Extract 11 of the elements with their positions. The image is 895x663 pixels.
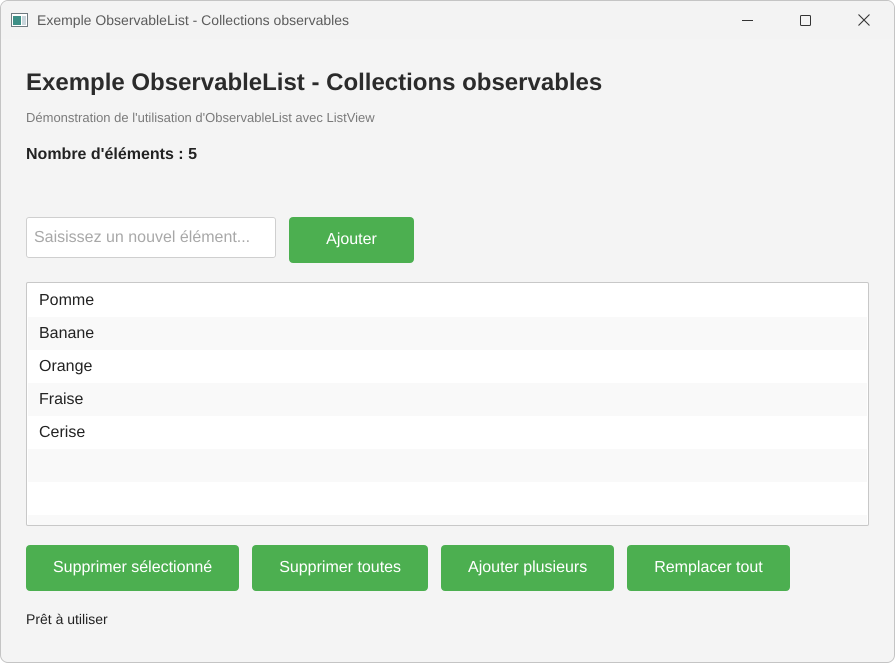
list-item[interactable]: Banane	[28, 317, 867, 350]
list-item[interactable]: Fraise	[28, 383, 867, 416]
close-icon	[858, 14, 870, 26]
new-item-field[interactable]: Saisissez un nouvel élément...	[26, 217, 276, 258]
subtitle: Démonstration de l'utilisation d'ObservableList avec ListView	[26, 110, 376, 126]
page-heading: Exemple ObservableList - Collections observables	[26, 68, 604, 98]
maximize-icon	[800, 14, 810, 26]
window-title: Exemple ObservableList - Collections observables	[37, 10, 350, 30]
status-label: Prêt à utiliser	[26, 610, 109, 628]
item-count-label: Nombre d'éléments : 5	[26, 145, 198, 165]
app-window-icon	[11, 13, 28, 27]
